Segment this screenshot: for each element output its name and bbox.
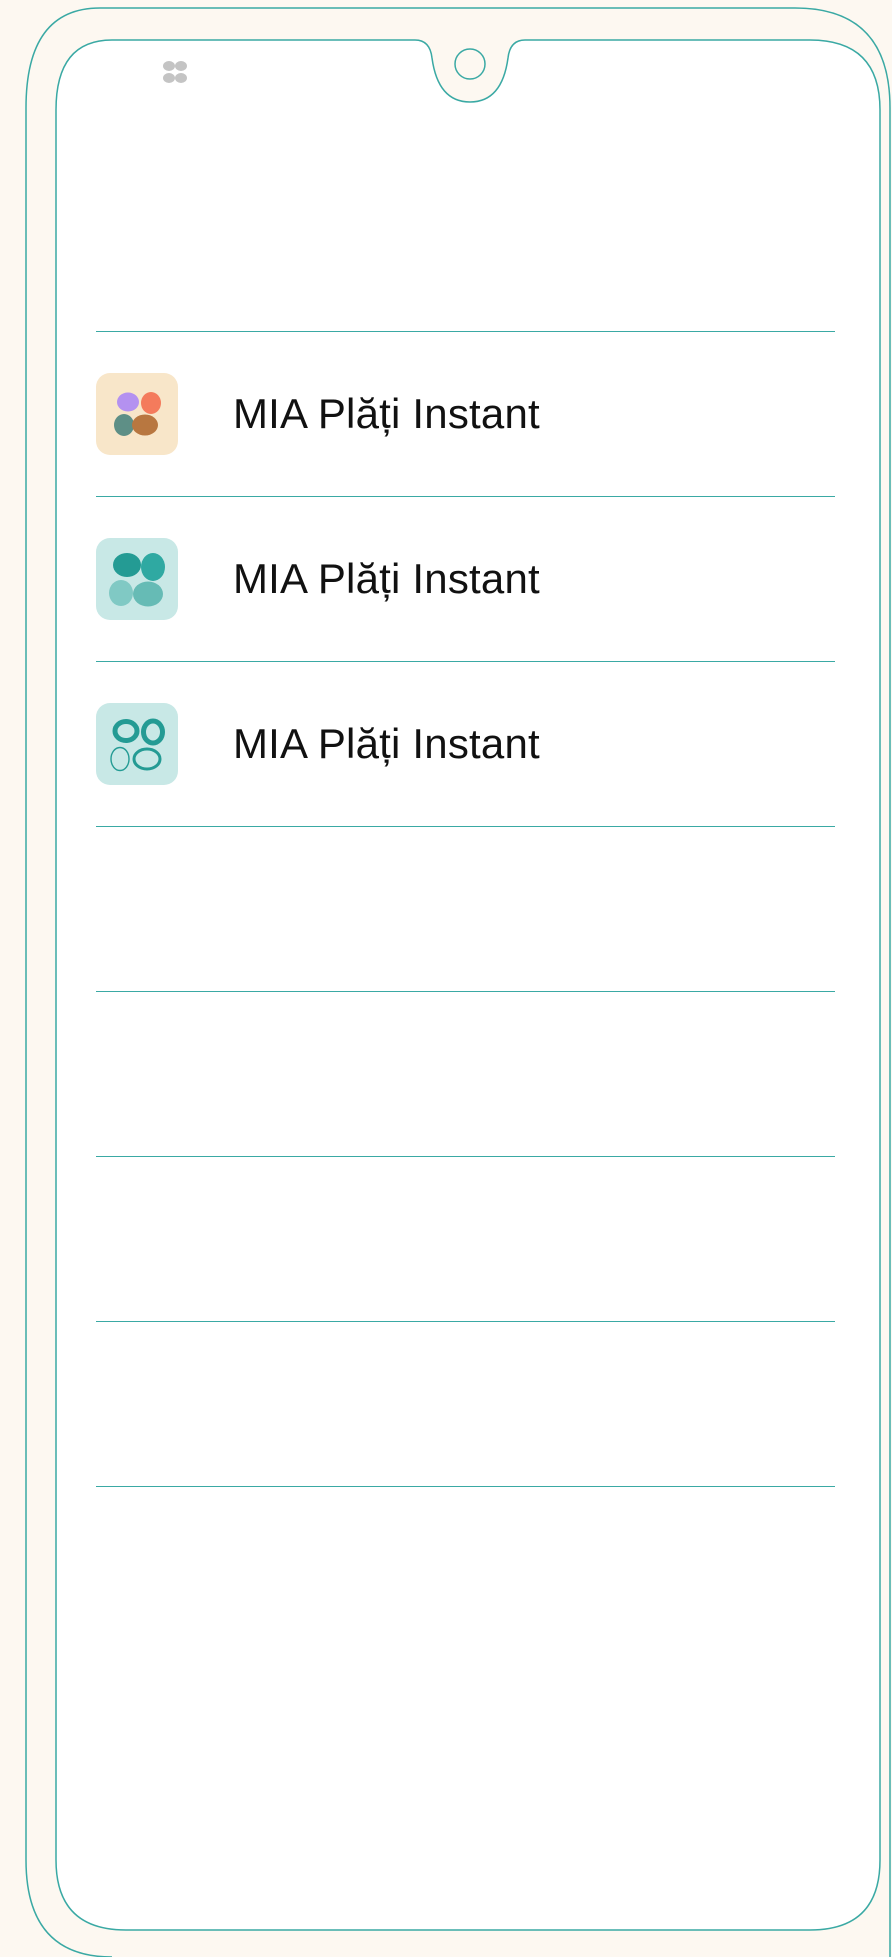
empty-row xyxy=(96,827,835,991)
mia-logo-teal-outline-icon xyxy=(96,703,178,785)
empty-row xyxy=(96,1322,835,1486)
list-item[interactable]: MIA Plăți Instant xyxy=(96,662,835,826)
list-item-label: MIA Plăți Instant xyxy=(233,720,540,767)
list-item[interactable]: MIA Plăți Instant xyxy=(96,497,835,661)
list-item-label: MIA Plăți Instant xyxy=(233,555,540,602)
empty-row xyxy=(96,992,835,1156)
list-item-label: MIA Plăți Instant xyxy=(233,390,540,437)
divider xyxy=(96,1486,835,1487)
page: MIA Plăți Instant MIA Plăți Instant MIA … xyxy=(0,0,892,1957)
mia-logo-teal-filled-icon xyxy=(96,538,178,620)
empty-row xyxy=(96,1157,835,1321)
mia-logo-color-icon xyxy=(96,373,178,455)
app-grid-icon xyxy=(163,61,187,83)
list-item[interactable]: MIA Plăți Instant xyxy=(96,332,835,496)
app-list: MIA Plăți Instant MIA Plăți Instant MIA … xyxy=(96,331,835,1487)
